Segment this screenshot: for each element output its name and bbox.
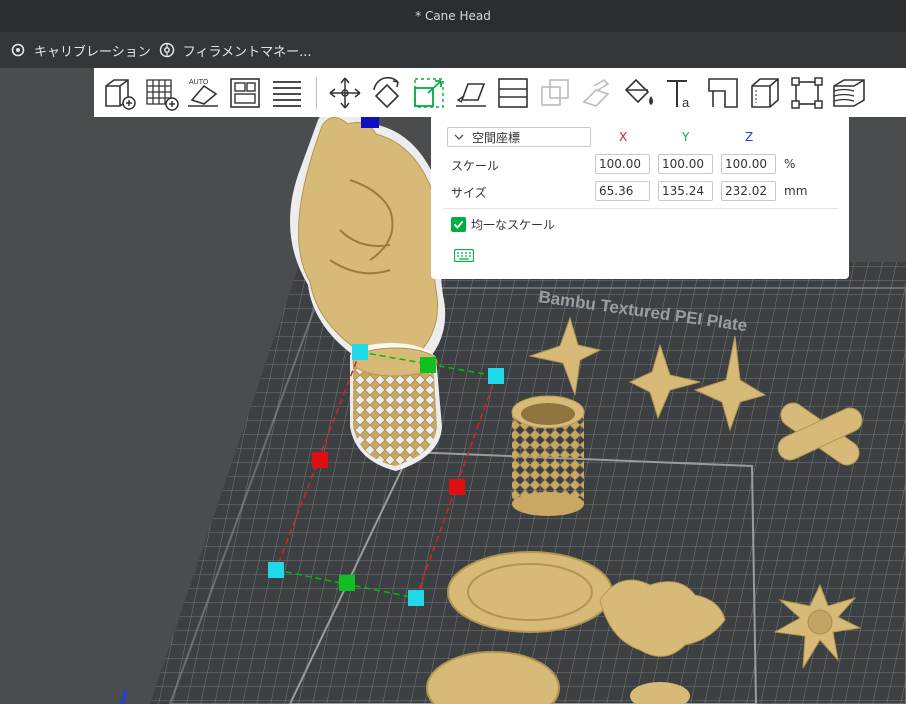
scale-handle-corner	[268, 562, 284, 578]
lay-on-face-icon	[456, 82, 486, 107]
toolbar-separator	[316, 76, 317, 109]
rotate-button[interactable]	[368, 74, 406, 112]
scale-y-input[interactable]: 100.00	[658, 154, 713, 174]
boolean-button[interactable]	[536, 74, 574, 112]
lay-on-face-button[interactable]	[452, 74, 490, 112]
size-z-input[interactable]: 232.02	[721, 181, 776, 201]
auto-orient-icon: AUTO	[188, 79, 218, 107]
variable-layer-icon	[833, 78, 865, 107]
filament-manager-label: フィラメントマネー...	[182, 44, 312, 60]
calibration-menu[interactable]: キャリブレーション	[10, 41, 151, 60]
pencil-cup-model	[511, 395, 585, 516]
scale-icon	[414, 77, 444, 108]
scale-handle-y	[420, 357, 436, 373]
split-layers-button[interactable]	[268, 74, 306, 112]
size-y-input[interactable]: 135.24	[658, 181, 713, 201]
axis-x-header: X	[619, 130, 628, 144]
uniform-scale-label: 均一なスケール	[471, 218, 556, 232]
rotate-icon	[373, 76, 400, 108]
filament-manager-menu[interactable]: フィラメントマネー...	[159, 41, 312, 60]
svg-text:a: a	[682, 95, 690, 110]
size-label: サイズ	[451, 186, 487, 200]
panel-divider	[443, 208, 839, 209]
svg-text:AUTO: AUTO	[189, 79, 209, 86]
measure-icon	[751, 77, 779, 108]
assembly-button[interactable]	[788, 74, 826, 112]
keyboard-shortcut-button[interactable]	[453, 248, 475, 265]
support-paint-button[interactable]	[578, 74, 616, 112]
scale-handle-corner	[408, 590, 424, 606]
main-toolbar: AUTO a	[94, 68, 906, 117]
window-title: * Cane Head	[415, 9, 491, 23]
uniform-scale-toggle[interactable]: 均一なスケール	[451, 216, 555, 233]
color-paint-button[interactable]	[620, 74, 658, 112]
measure-button[interactable]	[746, 74, 784, 112]
arrange-button[interactable]	[226, 74, 264, 112]
calibration-icon	[10, 42, 26, 58]
filament-icon	[159, 42, 175, 58]
axis-z-header: Z	[745, 130, 754, 144]
cut-icon	[498, 77, 528, 108]
coordinate-system-value: 空間座標	[472, 130, 521, 145]
checkmark-icon	[453, 220, 464, 229]
move-icon	[329, 77, 361, 108]
support-paint-icon	[582, 78, 610, 107]
seam-paint-button[interactable]	[704, 74, 742, 112]
scale-handle-x	[449, 479, 465, 495]
scale-z-input[interactable]: 100.00	[721, 154, 776, 174]
split-layers-icon	[273, 80, 301, 107]
title-bar: * Cane Head	[0, 0, 906, 32]
scale-panel: 空間座標 X Y Z スケール 100.00 100.00 100.00 % サ…	[431, 117, 849, 279]
seam-icon	[708, 77, 738, 108]
coordinate-system-select[interactable]: 空間座標	[447, 127, 591, 147]
add-object-icon	[105, 78, 136, 110]
variable-layer-height-button[interactable]	[830, 74, 868, 112]
calibration-label: キャリブレーション	[34, 44, 151, 60]
axis-indicator	[120, 689, 128, 704]
text-icon: a	[667, 79, 690, 110]
chevron-down-icon	[454, 134, 464, 140]
scale-handle-y	[339, 575, 355, 591]
size-unit: mm	[784, 184, 808, 198]
scale-handle-corner	[352, 344, 368, 360]
text-tool-button[interactable]: a	[662, 74, 700, 112]
menu-bar: キャリブレーション フィラメントマネー...	[0, 32, 906, 68]
arrange-icon	[230, 77, 260, 108]
auto-orient-button[interactable]: AUTO	[184, 74, 222, 112]
scale-x-input[interactable]: 100.00	[595, 154, 650, 174]
add-object-button[interactable]	[100, 74, 138, 112]
assembly-icon	[791, 76, 823, 109]
uniform-scale-checkbox[interactable]	[451, 217, 466, 232]
move-button[interactable]	[326, 74, 364, 112]
keyboard-icon	[453, 248, 475, 263]
boolean-icon	[541, 78, 569, 106]
color-paint-icon	[624, 78, 653, 105]
scale-handle-x	[312, 452, 328, 468]
add-plate-button[interactable]	[142, 74, 180, 112]
size-x-input[interactable]: 65.36	[595, 181, 650, 201]
scale-label: スケール	[451, 159, 500, 173]
cut-button[interactable]	[494, 74, 532, 112]
axis-y-header: Y	[682, 130, 690, 144]
add-plate-icon	[146, 78, 179, 111]
scale-tool-button[interactable]	[410, 74, 448, 112]
scale-handle-corner	[488, 368, 504, 384]
scale-unit: %	[784, 157, 796, 171]
